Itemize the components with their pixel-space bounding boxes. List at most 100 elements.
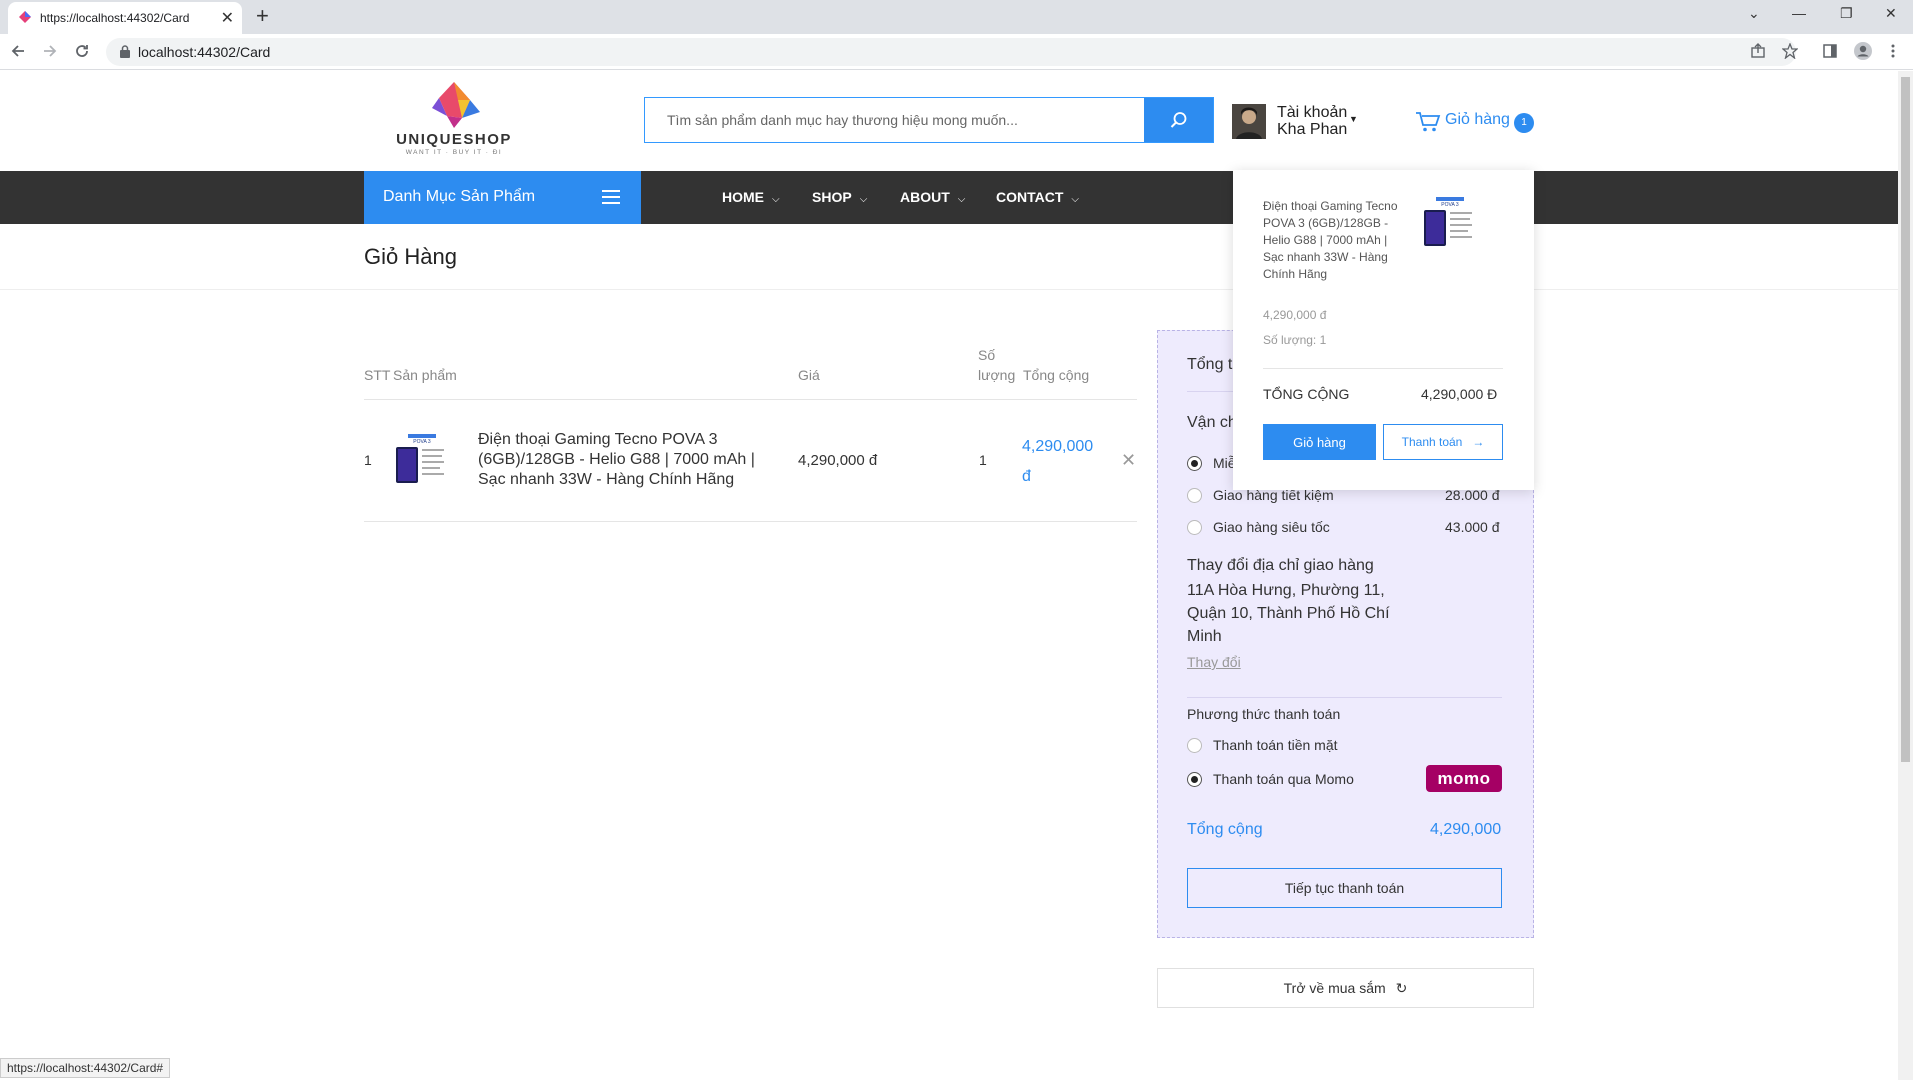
- scrollbar-thumb[interactable]: [1901, 77, 1910, 762]
- more-menu-icon[interactable]: [1890, 43, 1896, 59]
- svg-text:WANT IT · BUY IT · ĐI: WANT IT · BUY IT · ĐI: [406, 149, 503, 156]
- divider: [1187, 697, 1502, 698]
- address-heading: Thay đổi địa chỉ giao hàng: [1187, 557, 1374, 574]
- search-button[interactable]: [1144, 98, 1213, 142]
- payment-cash-radio[interactable]: [1187, 738, 1202, 753]
- chevron-down-icon: ⌵: [772, 194, 780, 205]
- back-icon[interactable]: [10, 43, 26, 59]
- minimize-icon[interactable]: —: [1792, 5, 1806, 21]
- bookmark-star-icon[interactable]: [1782, 43, 1798, 59]
- row-price: 4,290,000 đ: [798, 452, 878, 469]
- momo-logo: momo: [1426, 765, 1502, 792]
- uniqueshop-logo[interactable]: UNIQUESHOP WANT IT · BUY IT · ĐI: [392, 78, 517, 158]
- nav-home[interactable]: HOME ⌵: [722, 189, 780, 205]
- account-menu[interactable]: Tài khoản Kha Phan ▼: [1232, 102, 1362, 142]
- cart-count-badge: 1: [1514, 113, 1534, 133]
- product-name-link[interactable]: Điện thoại Gaming Tecno POVA 3 (6GB)/128…: [478, 430, 778, 490]
- summary-total-value: 4,290,000: [1430, 821, 1502, 838]
- change-address-link[interactable]: Thay đổi: [1187, 654, 1241, 670]
- browser-toolbar: localhost:44302/Card: [0, 34, 1913, 70]
- side-panel-icon[interactable]: [1822, 43, 1838, 59]
- tab-search-icon[interactable]: ⌄: [1748, 5, 1760, 22]
- nav-about[interactable]: ABOUT ⌵: [900, 189, 965, 205]
- back-to-shopping-label: Trở về mua sắm: [1283, 979, 1386, 996]
- row-stt: 1: [364, 452, 372, 468]
- table-row-divider: [364, 521, 1137, 522]
- shipping-option-free-radio[interactable]: [1187, 456, 1202, 471]
- nav-shop[interactable]: SHOP ⌵: [812, 189, 867, 205]
- dropdown-total-label: TỔNG CỘNG: [1263, 386, 1350, 402]
- category-label: Danh Mục Sản Phẩm: [383, 188, 536, 205]
- product-thumbnail[interactable]: POVA 3: [394, 433, 450, 489]
- dropdown-quantity: Số lượng: 1: [1263, 333, 1327, 347]
- nav-shop-label: SHOP: [812, 189, 852, 205]
- shipping-option-economy-radio[interactable]: [1187, 488, 1202, 503]
- share-icon[interactable]: [1750, 43, 1766, 59]
- shipping-option-express-price: 43.000 đ: [1445, 519, 1500, 535]
- header-cart[interactable]: Giỏ hàng 1: [1415, 108, 1534, 138]
- continue-checkout-button[interactable]: Tiếp tục thanh toán: [1187, 868, 1502, 908]
- address-bar[interactable]: localhost:44302/Card: [106, 38, 1796, 66]
- shipping-address: 11A Hòa Hưng, Phường 11, Quận 10, Thành …: [1187, 582, 1390, 645]
- nav-home-label: HOME: [722, 189, 764, 205]
- dropdown-price: 4,290,000 đ: [1263, 308, 1327, 322]
- category-menu-button[interactable]: Danh Mục Sản Phẩm: [364, 171, 641, 224]
- table-header-divider: [364, 399, 1137, 400]
- main-navbar: Danh Mục Sản Phẩm HOME ⌵ SHOP ⌵ ABOUT ⌵ CON…: [0, 171, 1898, 224]
- profile-icon[interactable]: [1853, 41, 1873, 61]
- column-header-qty-line2: lượng: [978, 367, 1016, 383]
- column-header-qty-line1: Số: [978, 347, 996, 363]
- svg-text:POVA 3: POVA 3: [1441, 202, 1459, 208]
- dropdown-total-value: 4,290,000 Đ: [1421, 386, 1498, 402]
- cart-dropdown: Điện thoại Gaming Tecno POVA 3 (6GB)/128…: [1233, 170, 1534, 490]
- column-header-product: Sản phẩm: [393, 367, 457, 383]
- column-header-price: Giá: [798, 367, 820, 383]
- divider: [1263, 368, 1503, 369]
- back-to-shopping-button[interactable]: Trở về mua sắm ↻: [1157, 968, 1534, 1008]
- dropdown-checkout-button[interactable]: Thanh toán →: [1383, 424, 1503, 460]
- browser-tab[interactable]: https://localhost:44302/Card ✕: [8, 2, 242, 34]
- summary-title: Tổng t: [1187, 356, 1233, 373]
- remove-item-icon[interactable]: ✕: [1121, 450, 1136, 471]
- page-title: Giỏ Hàng: [364, 244, 457, 269]
- svg-text:UNIQUESHOP: UNIQUESHOP: [396, 131, 512, 148]
- row-quantity: 1: [979, 452, 987, 468]
- site-favicon-icon: [19, 11, 31, 23]
- dropdown-product-thumbnail[interactable]: POVA 3: [1422, 196, 1478, 252]
- payment-method-label: Phương thức thanh toán: [1187, 706, 1341, 722]
- nav-contact[interactable]: CONTACT ⌵: [996, 189, 1079, 205]
- chevron-down-icon: ⌵: [957, 194, 966, 205]
- search-input[interactable]: [645, 98, 1145, 142]
- cart-icon: [1416, 112, 1441, 132]
- arrow-right-icon: →: [1472, 435, 1485, 449]
- account-label: Tài khoản: [1277, 104, 1348, 121]
- search-bar: [644, 97, 1214, 143]
- payment-momo-label: Thanh toán qua Momo: [1213, 771, 1354, 787]
- svg-text:POVA 3: POVA 3: [413, 439, 431, 445]
- new-tab-button[interactable]: +: [256, 3, 269, 29]
- address-url: localhost:44302/Card: [138, 44, 271, 60]
- browser-tabstrip: https://localhost:44302/Card ✕ + ⌄ — ❐ ✕: [0, 0, 1913, 34]
- shipping-option-express-label: Giao hàng siêu tốc: [1213, 519, 1330, 535]
- lock-icon: [120, 45, 130, 58]
- dropdown-product-name[interactable]: Điện thoại Gaming Tecno POVA 3 (6GB)/128…: [1263, 198, 1398, 283]
- nav-about-label: ABOUT: [900, 189, 950, 205]
- divider: [0, 289, 1898, 290]
- close-window-icon[interactable]: ✕: [1885, 5, 1897, 22]
- caret-down-icon: ▼: [1349, 114, 1358, 124]
- restore-icon[interactable]: ❐: [1840, 5, 1853, 22]
- avatar: [1232, 104, 1266, 139]
- payment-momo-radio[interactable]: [1187, 772, 1202, 787]
- forward-icon[interactable]: [42, 43, 58, 59]
- row-total: 4,290,000 đ: [1022, 438, 1094, 485]
- account-username: Kha Phan: [1277, 121, 1348, 138]
- tab-close-icon[interactable]: ✕: [221, 8, 234, 28]
- refresh-icon: ↻: [1395, 979, 1408, 996]
- page-scrollbar[interactable]: [1898, 71, 1913, 1080]
- dropdown-view-cart-button[interactable]: Giỏ hàng: [1263, 424, 1376, 460]
- shipping-label: Vận ch: [1187, 414, 1237, 431]
- chevron-down-icon: ⌵: [859, 194, 868, 205]
- reload-icon[interactable]: [74, 43, 90, 59]
- nav-contact-label: CONTACT: [996, 189, 1064, 205]
- shipping-option-express-radio[interactable]: [1187, 520, 1202, 535]
